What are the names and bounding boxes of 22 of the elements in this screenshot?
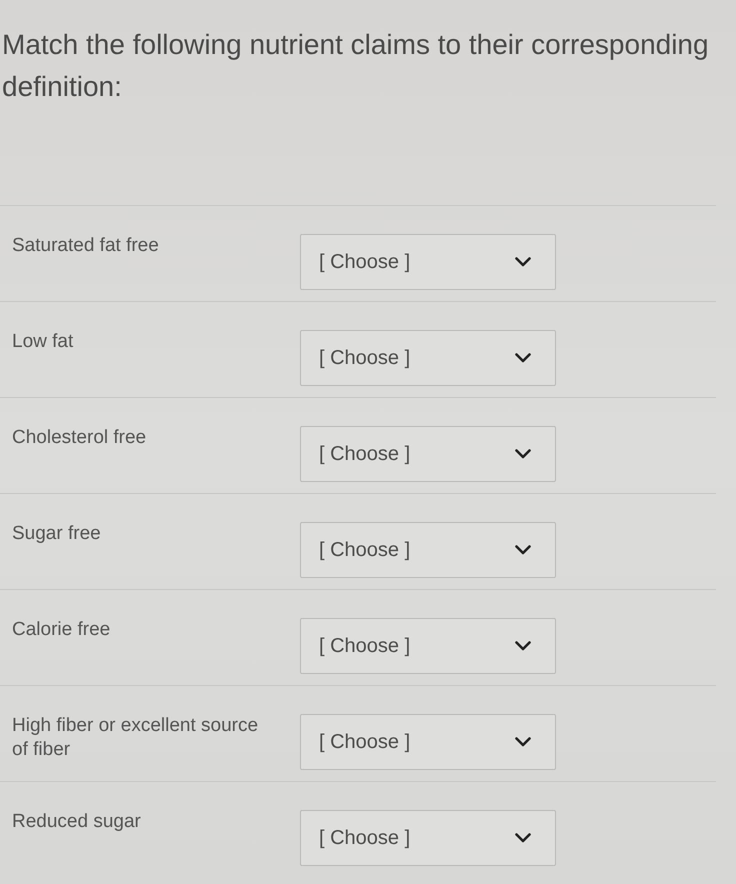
claim-label: Saturated fat free [12, 234, 159, 258]
choose-dropdown[interactable]: [ Choose ] [300, 714, 556, 770]
choose-dropdown[interactable]: [ Choose ] [300, 810, 556, 866]
chevron-down-icon [515, 737, 531, 747]
choose-dropdown[interactable]: [ Choose ] [300, 522, 556, 578]
choose-dropdown[interactable]: [ Choose ] [300, 618, 556, 674]
chevron-down-icon [515, 545, 531, 555]
claim-label: Low fat [12, 330, 74, 354]
chevron-down-icon [515, 353, 531, 363]
chevron-down-icon [515, 641, 531, 651]
chevron-down-icon [515, 257, 531, 267]
question-prompt: Match the following nutrient claims to their corresponding definition: [1, 28, 710, 104]
chevron-down-icon [515, 449, 531, 459]
claim-label: Sugar free [12, 522, 101, 546]
claim-label: Reduced sugar [12, 810, 141, 834]
chevron-down-icon [515, 833, 531, 843]
claim-label: Cholesterol free [12, 426, 146, 450]
claim-label: High fiber or excellent source of fiber [12, 714, 260, 762]
claim-label: Calorie free [12, 618, 110, 642]
choose-dropdown[interactable]: [ Choose ] [300, 426, 556, 482]
choose-dropdown[interactable]: [ Choose ] [300, 234, 556, 290]
choose-dropdown[interactable]: [ Choose ] [300, 330, 556, 386]
